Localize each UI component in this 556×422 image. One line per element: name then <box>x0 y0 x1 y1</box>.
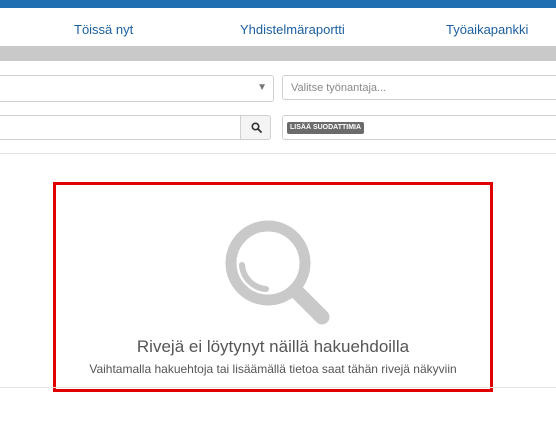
divider-bottom <box>0 387 556 388</box>
top-accent-bar <box>0 0 556 8</box>
search-input[interactable] <box>0 115 240 140</box>
employer-select[interactable]: Valitse työnantaja... <box>282 75 556 100</box>
search-icon <box>251 122 262 133</box>
select-dropdown[interactable]: ▼ <box>0 75 274 102</box>
nav-link-toissa-nyt[interactable]: Töissä nyt <box>74 22 133 37</box>
filter-box[interactable]: LISÄÄ SUODATTIMIA <box>282 115 556 140</box>
top-navigation: Töissä nyt Yhdistelmäraportti Työaikapan… <box>0 8 556 46</box>
search-button[interactable] <box>240 115 271 140</box>
magnifier-icon <box>225 220 330 325</box>
nav-link-tyoaikapankki[interactable]: Työaikapankki <box>446 22 528 37</box>
empty-state-subtitle: Vaihtamalla hakuehtoja tai lisäämällä ti… <box>89 362 457 376</box>
employer-select-placeholder: Valitse työnantaja... <box>291 82 387 94</box>
add-filters-button[interactable]: LISÄÄ SUODATTIMIA <box>287 122 365 134</box>
nav-link-yhdistelmaraportti[interactable]: Yhdistelmäraportti <box>240 22 345 37</box>
section-separator-bar <box>0 46 556 61</box>
divider <box>0 153 556 154</box>
chevron-down-icon: ▼ <box>257 82 267 93</box>
empty-state-panel: Rivejä ei löytynyt näillä hakuehdoilla V… <box>53 182 493 392</box>
empty-state-title: Rivejä ei löytynyt näillä hakuehdoilla <box>136 337 410 356</box>
